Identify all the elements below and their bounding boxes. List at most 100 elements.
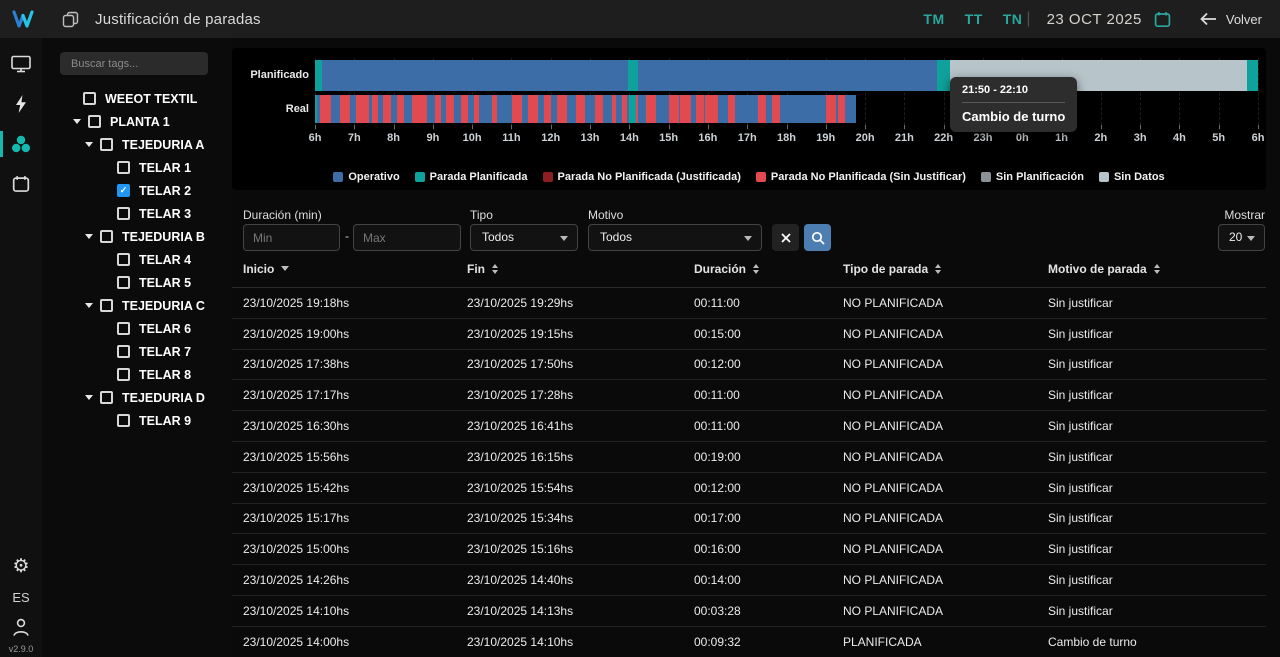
gantt-segment-nj[interactable] [705, 95, 718, 123]
gantt-segment-nj[interactable] [646, 95, 655, 123]
gantt-segment-pp[interactable] [315, 60, 322, 91]
gantt-segment-pp[interactable] [628, 60, 638, 91]
gantt-segment-nj[interactable] [446, 95, 455, 123]
tree-item[interactable]: TELAR 6 [42, 317, 232, 340]
table-row[interactable]: 23/10/2025 19:18hs23/10/2025 19:29hs00:1… [232, 288, 1266, 319]
table-row[interactable]: 23/10/2025 16:30hs23/10/2025 16:41hs00:1… [232, 411, 1266, 442]
table-row[interactable]: 23/10/2025 17:38hs23/10/2025 17:50hs00:1… [232, 350, 1266, 381]
tree-checkbox[interactable] [117, 253, 130, 266]
tree-checkbox[interactable] [117, 276, 130, 289]
date-display[interactable]: 23 OCT 2025 [1047, 11, 1142, 28]
table-row[interactable]: 23/10/2025 17:17hs23/10/2025 17:28hs00:1… [232, 380, 1266, 411]
table-row[interactable]: 23/10/2025 14:00hs23/10/2025 14:10hs00:0… [232, 627, 1266, 657]
gantt-segment-nj[interactable] [772, 95, 780, 123]
gantt-segment-nj[interactable] [758, 95, 765, 123]
settings-gear-icon[interactable]: ⚙ [12, 557, 29, 577]
search-input[interactable] [60, 52, 208, 75]
gantt-segment-nj[interactable] [680, 95, 691, 123]
language-selector[interactable]: ES [12, 590, 29, 605]
tree-item[interactable]: ✓TELAR 2 [42, 179, 232, 202]
tree-checkbox[interactable] [100, 391, 113, 404]
table-row[interactable]: 23/10/2025 15:42hs23/10/2025 15:54hs00:1… [232, 473, 1266, 504]
tree-item[interactable]: TELAR 3 [42, 202, 232, 225]
gantt-segment-pp[interactable] [315, 95, 317, 123]
tree-item[interactable]: TELAR 8 [42, 363, 232, 386]
tree-checkbox[interactable]: ✓ [117, 184, 130, 197]
gantt-segment-pp[interactable] [1247, 60, 1258, 91]
duration-max-input[interactable] [353, 224, 461, 251]
gantt-segment-nj[interactable] [356, 95, 369, 123]
tree-checkbox[interactable] [117, 322, 130, 335]
chevron-expanded-icon[interactable] [85, 234, 93, 239]
gantt-segment-nj[interactable] [397, 95, 404, 123]
back-button[interactable]: Volver [1199, 12, 1262, 27]
reason-select[interactable]: Todos [588, 224, 762, 251]
gantt-segment-nj[interactable] [528, 95, 538, 123]
tree-item[interactable]: TELAR 7 [42, 340, 232, 363]
duration-min-input[interactable] [243, 224, 340, 251]
date-picker-button[interactable] [1154, 11, 1171, 28]
gantt-segment-nj[interactable] [696, 95, 704, 123]
tree-checkbox[interactable] [100, 138, 113, 151]
tree-checkbox[interactable] [117, 161, 130, 174]
table-row[interactable]: 23/10/2025 15:17hs23/10/2025 15:34hs00:1… [232, 504, 1266, 535]
tree-item[interactable]: TELAR 1 [42, 156, 232, 179]
tree-item[interactable]: TELAR 9 [42, 409, 232, 432]
gantt-segment-nj[interactable] [474, 95, 479, 123]
table-row[interactable]: 23/10/2025 15:00hs23/10/2025 15:16hs00:1… [232, 534, 1266, 565]
brand-logo[interactable] [0, 9, 46, 29]
gantt-segment-nj[interactable] [492, 95, 497, 123]
column-header[interactable]: Inicio [232, 262, 456, 276]
tree-item[interactable]: PLANTA 1 [42, 110, 232, 133]
chevron-expanded-icon[interactable] [73, 119, 81, 124]
clear-filters-button[interactable] [772, 224, 799, 251]
gantt-segment-nj[interactable] [728, 95, 735, 123]
gantt-segment-nj[interactable] [372, 95, 378, 123]
tree-checkbox[interactable] [83, 92, 96, 105]
user-icon[interactable] [12, 617, 30, 637]
column-header[interactable]: Motivo de parada [1037, 262, 1266, 276]
gantt-segment-nj[interactable] [461, 95, 468, 123]
tree-item[interactable]: WEEOT TEXTIL [42, 87, 232, 110]
gantt-segment-nj[interactable] [435, 95, 441, 123]
table-row[interactable]: 23/10/2025 14:10hs23/10/2025 14:13hs00:0… [232, 596, 1266, 627]
gantt-segment-nj[interactable] [838, 95, 845, 123]
tree-checkbox[interactable] [88, 115, 101, 128]
shift-tt-button[interactable]: TT [965, 11, 983, 27]
tree-item[interactable]: TEJEDURIA A [42, 133, 232, 156]
sort-icon[interactable] [753, 264, 759, 274]
sort-desc-icon[interactable] [281, 266, 289, 271]
gantt-segment-op[interactable] [638, 60, 937, 91]
tree-checkbox[interactable] [117, 207, 130, 220]
tree-item[interactable]: TEJEDURIA B [42, 225, 232, 248]
sort-icon[interactable] [492, 264, 498, 274]
gantt-segment-pp[interactable] [629, 95, 636, 123]
gantt-row-real[interactable] [315, 95, 1258, 123]
tree-checkbox[interactable] [100, 230, 113, 243]
pages-icon[interactable] [62, 11, 79, 28]
chevron-expanded-icon[interactable] [85, 142, 93, 147]
nav-machines[interactable] [0, 124, 42, 164]
shift-tm-button[interactable]: TM [923, 11, 944, 27]
gantt-segment-nj[interactable] [320, 95, 331, 123]
chevron-expanded-icon[interactable] [85, 303, 93, 308]
tree-checkbox[interactable] [100, 299, 113, 312]
tree-checkbox[interactable] [117, 345, 130, 358]
gantt-segment-nj[interactable] [612, 95, 616, 123]
gantt-segment-op[interactable] [322, 60, 628, 91]
table-row[interactable]: 23/10/2025 14:26hs23/10/2025 14:40hs00:1… [232, 565, 1266, 596]
shift-tn-button[interactable]: TN [1003, 11, 1023, 27]
nav-calendar[interactable] [0, 164, 42, 204]
gantt-segment-nj[interactable] [636, 95, 638, 123]
gantt-segment-nj[interactable] [576, 95, 586, 123]
column-header[interactable]: Tipo de parada [832, 262, 1037, 276]
gantt-segment-nj[interactable] [622, 95, 626, 123]
gantt-segment-nj[interactable] [412, 95, 427, 123]
gantt-segment-nj[interactable] [669, 95, 680, 123]
tree-item[interactable]: TEJEDURIA D [42, 386, 232, 409]
gantt-segment-nj[interactable] [557, 95, 567, 123]
tree-item[interactable]: TEJEDURIA C [42, 294, 232, 317]
column-header[interactable]: Duración [683, 262, 832, 276]
show-count-select[interactable]: 20 [1218, 224, 1265, 251]
table-row[interactable]: 23/10/2025 15:56hs23/10/2025 16:15hs00:1… [232, 442, 1266, 473]
